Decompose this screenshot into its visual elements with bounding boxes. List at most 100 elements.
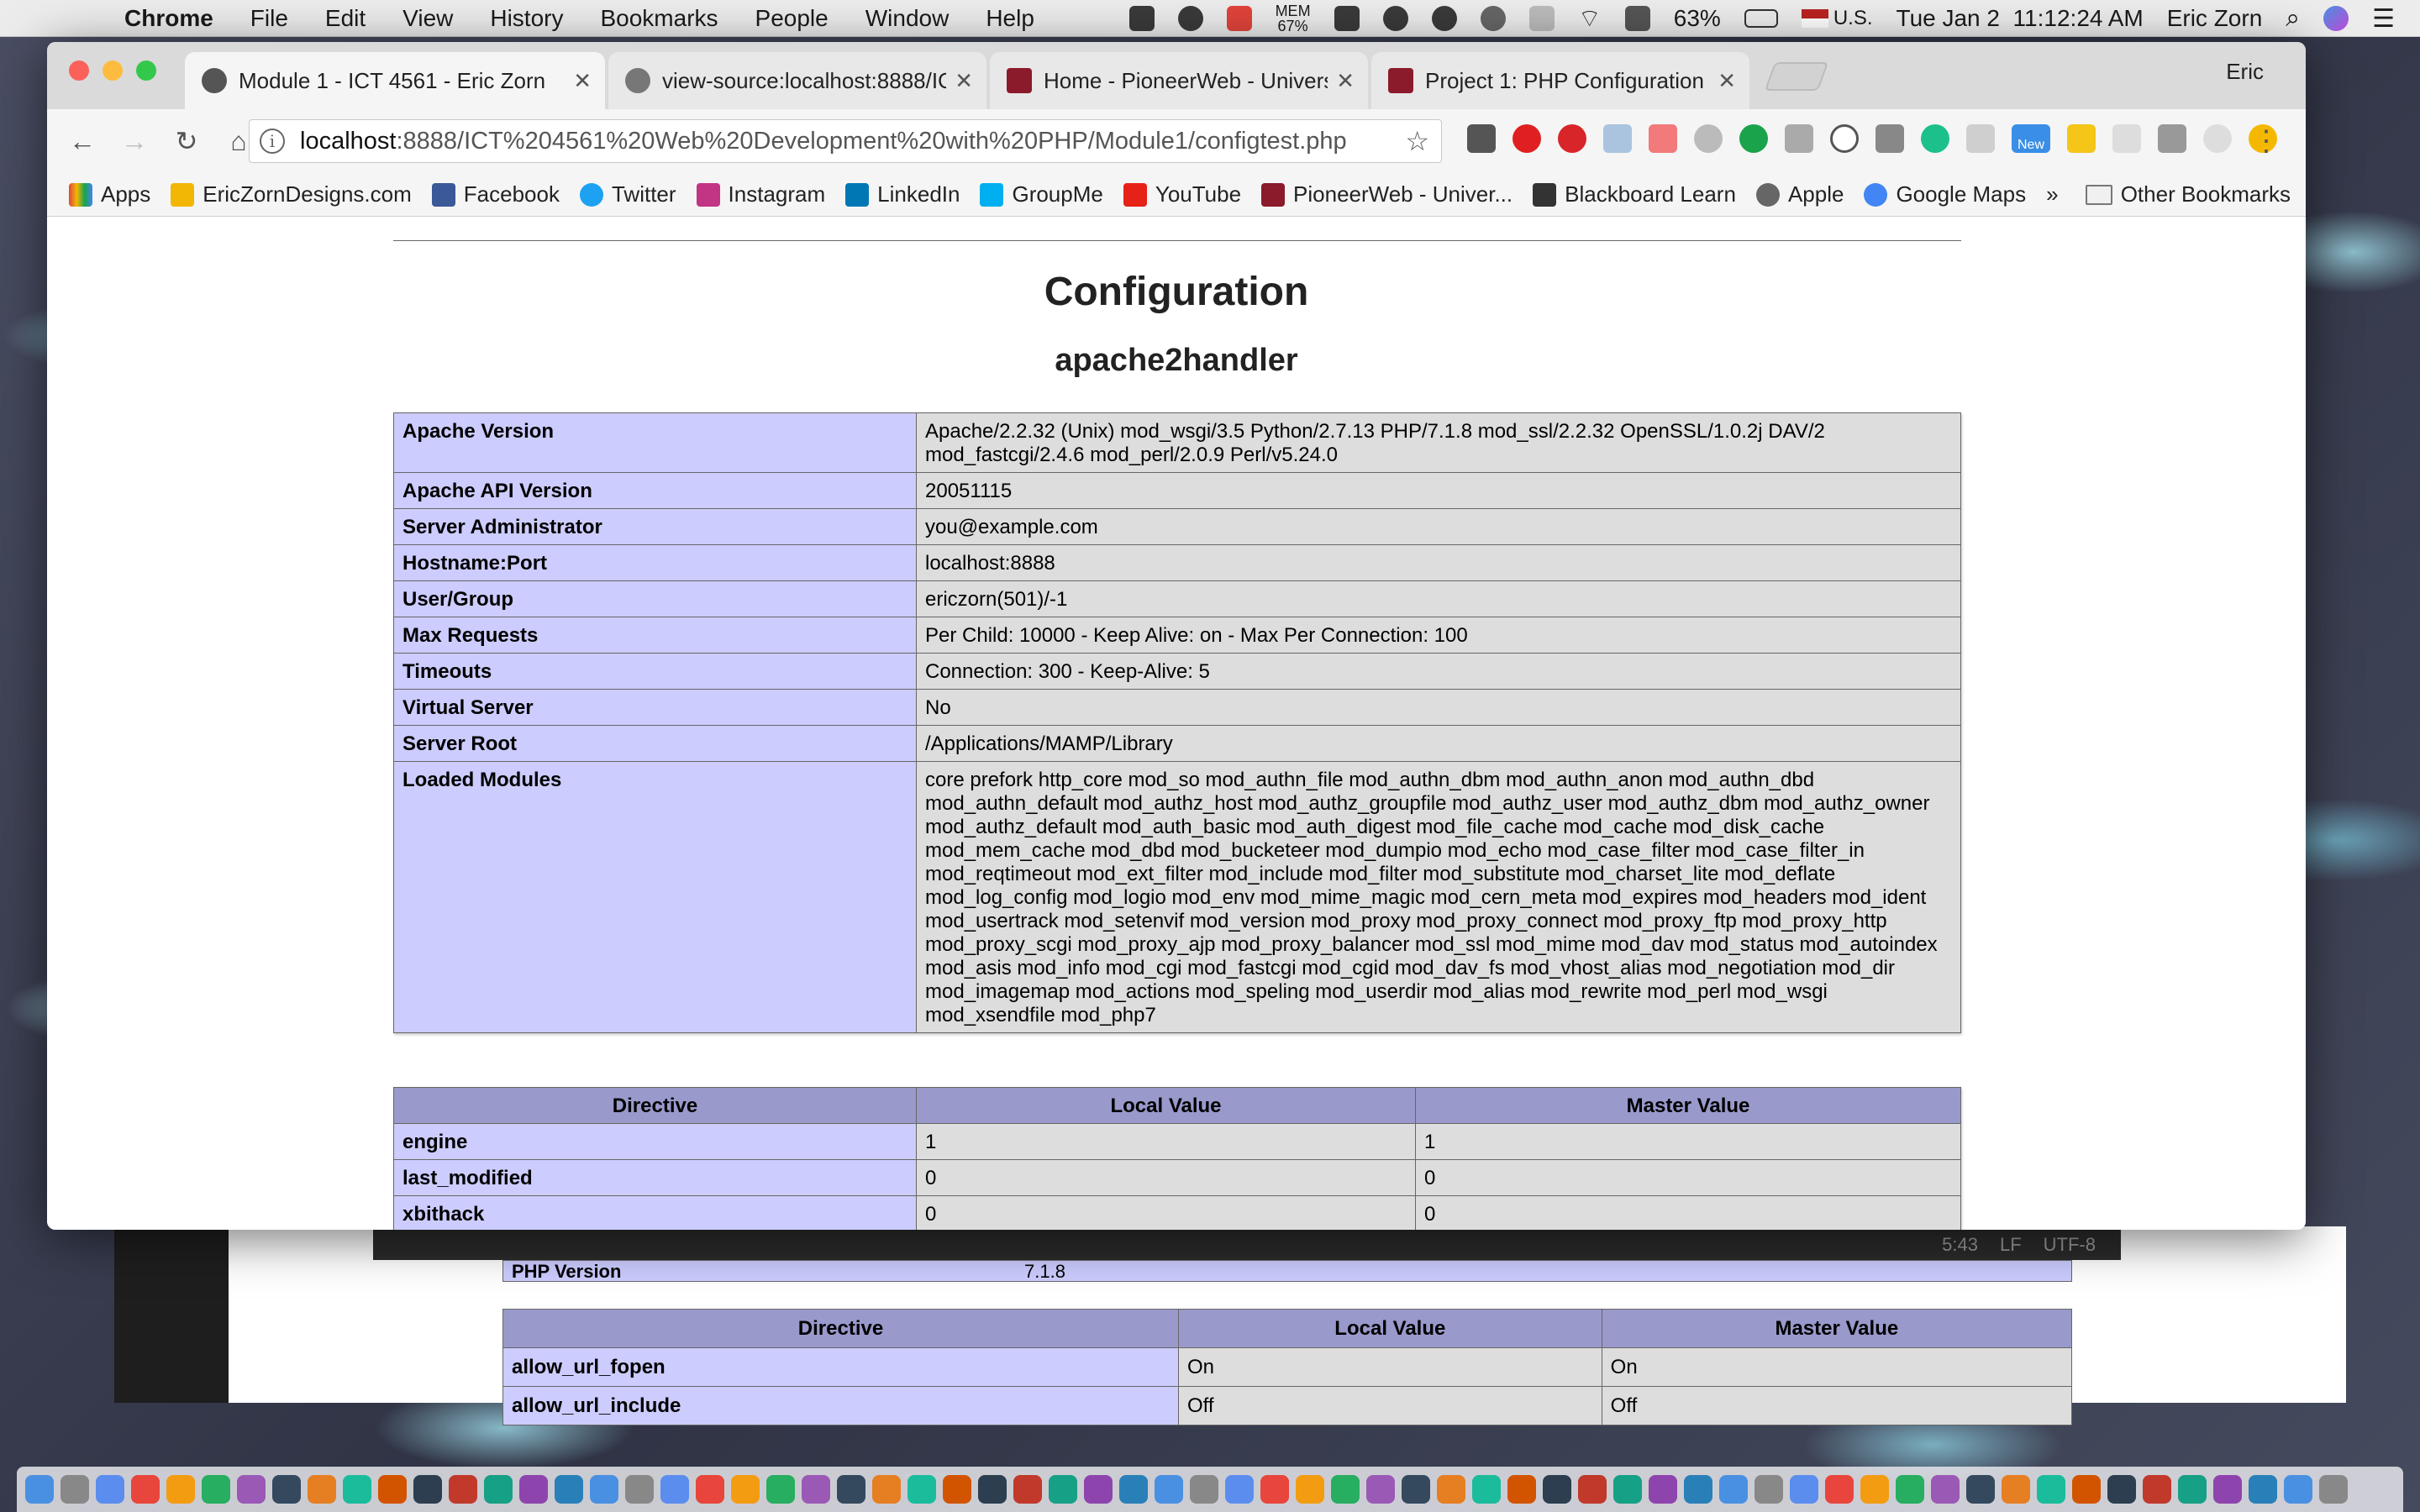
dock-app-icon[interactable] [660, 1475, 689, 1504]
dock-app-icon[interactable] [484, 1475, 513, 1504]
dock-app-icon[interactable] [1049, 1475, 1077, 1504]
close-tab-icon[interactable]: ✕ [1718, 68, 1736, 94]
bookmark-linkedin[interactable]: LinkedIn [845, 181, 960, 207]
dock-app-icon[interactable] [766, 1475, 795, 1504]
battery-icon[interactable] [1744, 9, 1778, 28]
line-ending[interactable]: LF [2000, 1234, 2022, 1256]
menu-file[interactable]: File [250, 5, 288, 32]
dock-app-icon[interactable] [519, 1475, 548, 1504]
close-tab-icon[interactable]: ✕ [955, 68, 973, 94]
menu-people[interactable]: People [755, 5, 829, 32]
dock-app-icon[interactable] [202, 1475, 230, 1504]
other-bookmarks-folder[interactable]: Other Bookmarks [2085, 181, 2291, 207]
dock-app-icon[interactable] [1825, 1475, 1854, 1504]
bookmark-groupme[interactable]: GroupMe [980, 181, 1103, 207]
close-window-button[interactable] [69, 60, 89, 81]
bookmark-star-icon[interactable]: ☆ [1405, 125, 1429, 157]
bookmarks-overflow-button[interactable]: » [2046, 181, 2058, 207]
dock-app-icon[interactable] [1578, 1475, 1607, 1504]
bookmark-google-maps[interactable]: Google Maps [1864, 181, 2026, 207]
dock-app-icon[interactable] [449, 1475, 477, 1504]
dropbox-extension-icon[interactable] [1603, 124, 1632, 153]
screenshot-extension-icon[interactable] [1876, 124, 1904, 153]
dock-app-icon[interactable] [343, 1475, 371, 1504]
bookmark-instagram[interactable]: Instagram [696, 181, 825, 207]
grammarly-extension-icon[interactable] [1921, 124, 1949, 153]
bartender-icon[interactable] [1334, 6, 1360, 31]
airplay-icon[interactable] [1624, 6, 1650, 31]
dock-app-icon[interactable] [2072, 1475, 2101, 1504]
dock-app-icon[interactable] [2107, 1475, 2136, 1504]
clock[interactable]: Tue Jan 2 11:12:24 AM [1897, 5, 2144, 32]
opera-extension-icon[interactable] [1512, 124, 1541, 153]
dock-app-icon[interactable] [731, 1475, 760, 1504]
close-tab-icon[interactable]: ✕ [573, 68, 592, 94]
dock-app-icon[interactable] [1013, 1475, 1042, 1504]
bookmark-blackboard[interactable]: Blackboard Learn [1533, 181, 1736, 207]
dock-app-icon[interactable] [237, 1475, 266, 1504]
tab-module-1[interactable]: Module 1 - ICT 4561 - Eric Zorn ✕ [185, 52, 605, 109]
app-status-icon[interactable] [1226, 6, 1252, 31]
bookmark-pioneerweb[interactable]: PioneerWeb - Univer... [1261, 181, 1512, 207]
dock-app-icon[interactable] [2143, 1475, 2171, 1504]
dock-app-icon[interactable] [166, 1475, 195, 1504]
reload-icon[interactable]: ↻ [170, 124, 203, 158]
cast-icon[interactable] [2158, 124, 2186, 153]
dock-app-icon[interactable] [2178, 1475, 2207, 1504]
dock-app-icon[interactable] [1613, 1475, 1642, 1504]
dock-app-icon[interactable] [1896, 1475, 1924, 1504]
extension-icon[interactable] [1966, 124, 1995, 153]
menu-window[interactable]: Window [865, 5, 950, 32]
new-badge-extension-icon[interactable]: New [2012, 124, 2050, 153]
dock-app-icon[interactable] [1260, 1475, 1289, 1504]
dock-app-icon[interactable] [1190, 1475, 1218, 1504]
tab-project-1[interactable]: Project 1: PHP Configuration ✕ [1371, 52, 1749, 109]
battery-percent[interactable]: 63% [1674, 5, 1721, 32]
dock-app-icon[interactable] [96, 1475, 124, 1504]
dock-app-icon[interactable] [1719, 1475, 1748, 1504]
user-name[interactable]: Eric Zorn [2167, 5, 2263, 32]
wifi-icon[interactable]: ⌔ [1578, 3, 1602, 34]
dock-app-icon[interactable] [1366, 1475, 1395, 1504]
dock-app-icon[interactable] [308, 1475, 336, 1504]
dock-app-icon[interactable] [1437, 1475, 1465, 1504]
dock-app-icon[interactable] [2213, 1475, 2242, 1504]
dock-app-icon[interactable] [413, 1475, 442, 1504]
cloud-icon[interactable] [1382, 6, 1408, 31]
dock-app-icon[interactable] [1860, 1475, 1889, 1504]
new-tab-button[interactable] [1764, 62, 1829, 91]
dock-app-icon[interactable] [1084, 1475, 1113, 1504]
address-bar[interactable]: i localhost:8888/ICT%204561%20Web%20Deve… [249, 119, 1442, 163]
tab-pioneerweb[interactable]: Home - PioneerWeb - University ✕ [990, 52, 1368, 109]
dock-app-icon[interactable] [1155, 1475, 1183, 1504]
dock-app-icon[interactable] [943, 1475, 971, 1504]
dropbox-status-icon[interactable] [1128, 6, 1155, 31]
dock-app-icon[interactable] [25, 1475, 54, 1504]
dock-app-icon[interactable] [1931, 1475, 1960, 1504]
dock-app-icon[interactable] [2319, 1475, 2348, 1504]
dock-app-icon[interactable] [1296, 1475, 1324, 1504]
minimize-window-button[interactable] [103, 60, 123, 81]
extension-icon[interactable] [2203, 124, 2232, 153]
bookmark-twitter[interactable]: Twitter [579, 181, 676, 207]
extension-icon[interactable] [2067, 124, 2096, 153]
dock-app-icon[interactable] [837, 1475, 865, 1504]
drive-extension-icon[interactable] [1785, 124, 1813, 153]
dock-app-icon[interactable] [1119, 1475, 1148, 1504]
dock-app-icon[interactable] [1966, 1475, 1995, 1504]
dock-app-icon[interactable] [1543, 1475, 1571, 1504]
dock-app-icon[interactable] [1472, 1475, 1501, 1504]
dock-app-icon[interactable] [2249, 1475, 2277, 1504]
tab-view-source[interactable]: view-source:localhost:8888/ICT ✕ [608, 52, 986, 109]
dock-app-icon[interactable] [1684, 1475, 1712, 1504]
dock-app-icon[interactable] [2284, 1475, 2312, 1504]
dock-app-icon[interactable] [272, 1475, 301, 1504]
dock-app-icon[interactable] [908, 1475, 936, 1504]
check-extension-icon[interactable] [1739, 124, 1768, 153]
time-machine-icon[interactable] [1480, 6, 1506, 31]
dock-app-icon[interactable] [2002, 1475, 2030, 1504]
dock-app-icon[interactable] [555, 1475, 583, 1504]
calendar-extension-icon[interactable] [1649, 124, 1677, 153]
dock-app-icon[interactable] [625, 1475, 654, 1504]
chrome-menu-icon[interactable]: ⋮ [2252, 124, 2281, 158]
